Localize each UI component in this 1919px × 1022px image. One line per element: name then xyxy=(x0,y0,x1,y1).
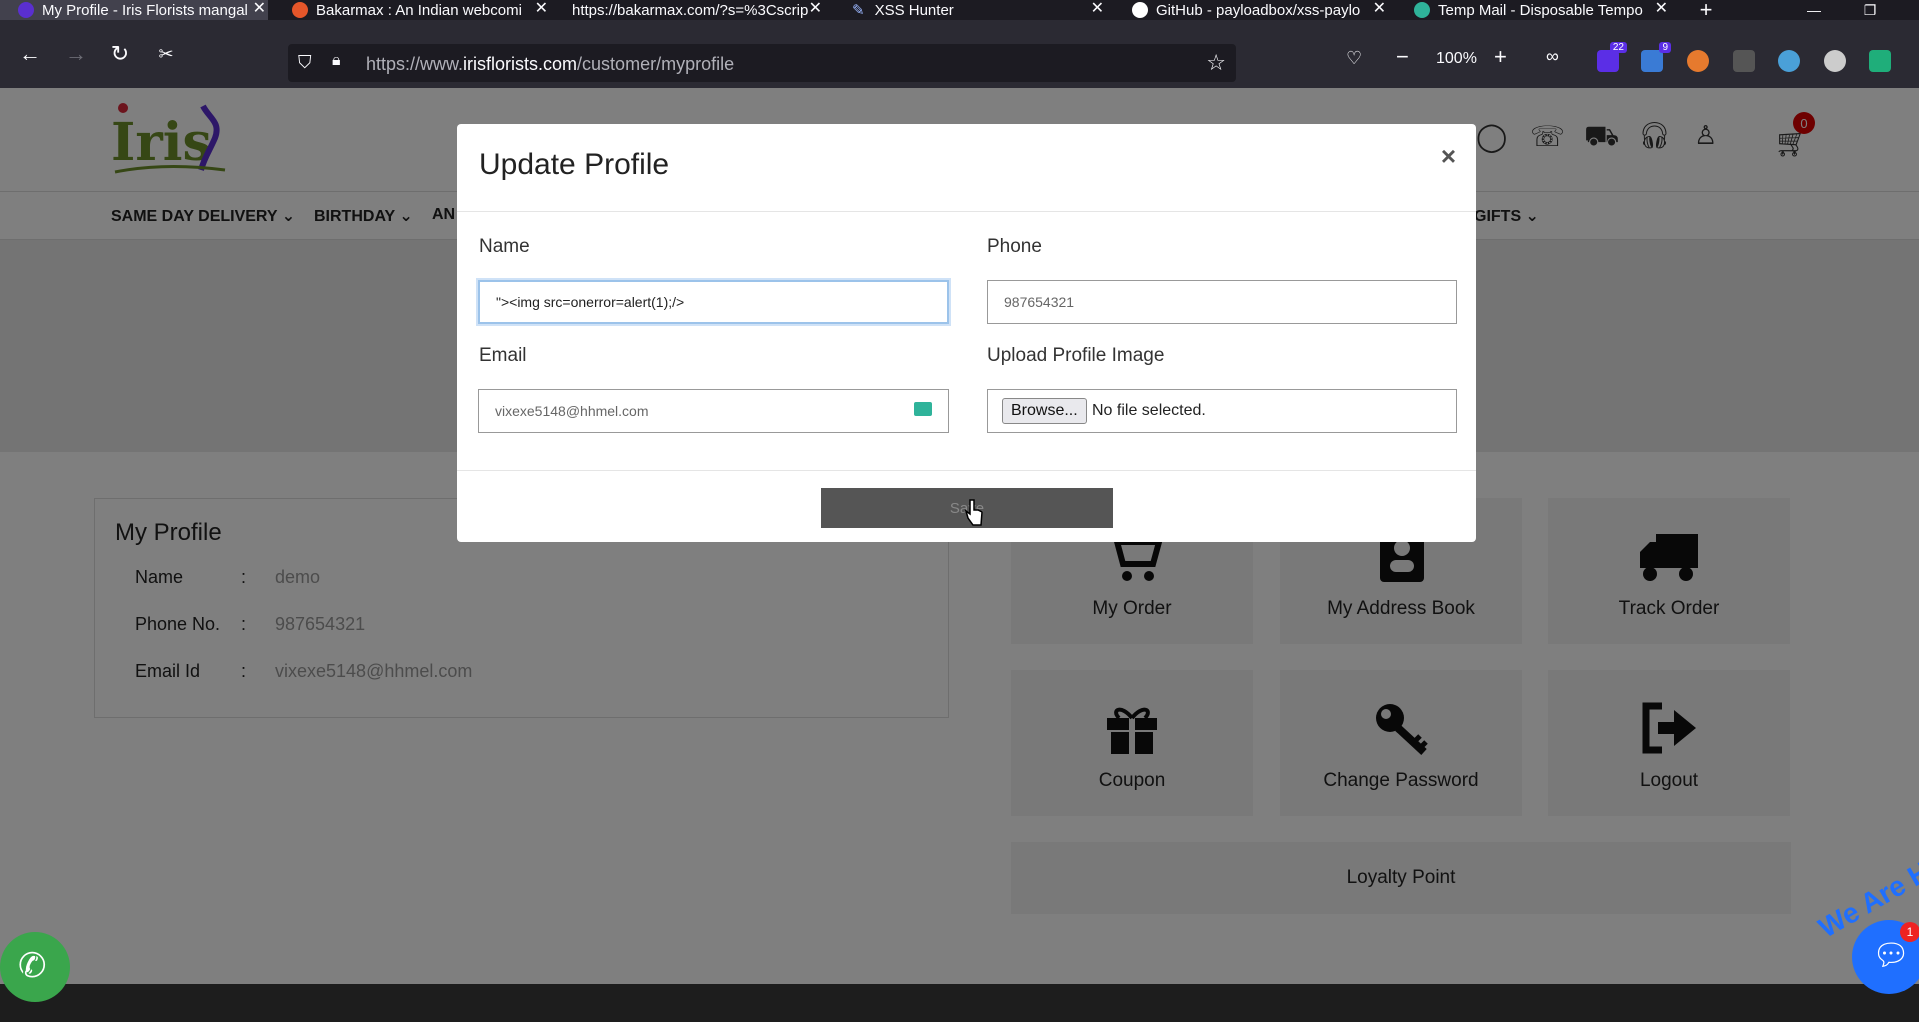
pocket-icon[interactable]: ♡ xyxy=(1346,48,1362,69)
tab-title: Bakarmax : An Indian webcomi xyxy=(316,1,522,19)
tab-title: Temp Mail - Disposable Tempo xyxy=(1438,1,1643,19)
close-tab-icon[interactable]: ✕ xyxy=(253,0,266,18)
browse-button[interactable]: Browse... xyxy=(1002,398,1087,424)
cookie-extension-icon[interactable] xyxy=(1824,50,1846,72)
modal-footer-divider xyxy=(457,470,1476,471)
email-input[interactable]: vixexe5148@hhmel.com xyxy=(478,389,949,433)
tab-bakarmax[interactable]: Bakarmax : An Indian webcomi ✕ xyxy=(288,0,550,20)
restore-icon[interactable]: ❐ xyxy=(1850,0,1890,20)
forward-arrow-icon[interactable]: → xyxy=(62,40,90,68)
back-arrow-icon[interactable]: ← xyxy=(16,40,44,68)
name-label: Name xyxy=(479,236,530,257)
extension-icon[interactable] xyxy=(1778,50,1800,72)
tab-title: https://bakarmax.com/?s=%3Cscrip xyxy=(572,1,808,19)
tab-title: My Profile - Iris Florists mangal xyxy=(42,1,248,19)
tab-github[interactable]: GitHub - payloadbox/xss-paylo ✕ xyxy=(1132,0,1388,20)
url-text: https://www.irisflorists.com/customer/my… xyxy=(366,54,735,74)
address-bar[interactable]: ⛉ 🔒︎ https://www.irisflorists.com/custom… xyxy=(288,44,1236,82)
chat-bubble-icon: 💬︎ xyxy=(1872,939,1911,972)
minimize-icon[interactable]: — xyxy=(1794,0,1834,20)
extension-icon[interactable]: 9 xyxy=(1641,42,1671,72)
phone-input[interactable]: 987654321 xyxy=(987,280,1457,324)
email-extension-icon[interactable] xyxy=(914,402,932,416)
tab-title: XSS Hunter xyxy=(874,1,954,19)
hand-cursor-icon xyxy=(964,499,983,526)
close-tab-icon[interactable]: ✕ xyxy=(535,0,548,18)
extension-icon[interactable]: 22 xyxy=(1597,42,1627,72)
private-mask-icon[interactable]: ∞ xyxy=(1546,46,1559,67)
upload-label: Upload Profile Image xyxy=(987,345,1165,366)
update-profile-modal: Update Profile × Name "><img src=onerror… xyxy=(457,124,1476,542)
bakarmax-favicon-icon xyxy=(292,2,308,18)
zoom-level[interactable]: 100% xyxy=(1436,50,1477,68)
reload-icon[interactable]: ↻ xyxy=(106,40,134,68)
tab-xss-hunter[interactable]: ✎ XSS Hunter ✕ xyxy=(852,0,1106,20)
modal-header: Update Profile × xyxy=(457,124,1476,212)
screenshot-tool-icon[interactable]: ✂ xyxy=(152,40,180,68)
tab-temp-mail[interactable]: Temp Mail - Disposable Tempo ✕ xyxy=(1414,0,1670,20)
upload-profile-image-input[interactable]: Browse... No file selected. xyxy=(987,389,1457,433)
iris-favicon-icon xyxy=(18,2,34,18)
lock-icon[interactable]: 🔒︎ xyxy=(332,52,341,70)
close-tab-icon[interactable]: ✕ xyxy=(1091,0,1104,18)
close-icon[interactable]: × xyxy=(1441,143,1456,169)
zoom-in-icon[interactable]: + xyxy=(1494,44,1507,70)
tab-bakarmax-search[interactable]: https://bakarmax.com/?s=%3Cscrip ✕ xyxy=(572,0,824,20)
name-input[interactable]: "><img src=onerror=alert(1);/> xyxy=(478,280,949,324)
email-label: Email xyxy=(479,345,527,366)
modal-title: Update Profile xyxy=(479,148,670,181)
extension-icon[interactable] xyxy=(1869,50,1891,72)
chat-notification-badge: 1 xyxy=(1900,922,1919,942)
shield-icon[interactable]: ⛉ xyxy=(298,52,312,73)
tempmail-favicon-icon xyxy=(1414,2,1430,18)
tab-title: GitHub - payloadbox/xss-paylo xyxy=(1156,1,1361,19)
zoom-out-icon[interactable]: − xyxy=(1396,44,1409,70)
bookmark-star-icon[interactable]: ☆ xyxy=(1206,50,1226,76)
pen-favicon-icon: ✎ xyxy=(852,2,865,19)
github-favicon-icon xyxy=(1132,2,1148,18)
extension-icon[interactable] xyxy=(1687,50,1709,72)
whatsapp-chat-button[interactable]: ✆ xyxy=(0,932,70,1002)
no-file-text: No file selected. xyxy=(1092,402,1206,419)
close-tab-icon[interactable]: ✕ xyxy=(1655,0,1668,18)
extension-icon[interactable] xyxy=(1733,50,1755,72)
close-tab-icon[interactable]: ✕ xyxy=(809,0,822,18)
close-tab-icon[interactable]: ✕ xyxy=(1373,0,1386,18)
tab-my-profile[interactable]: My Profile - Iris Florists mangal ✕ xyxy=(0,0,268,20)
browser-toolbar: ← → ↻ ✂ ⛉ 🔒︎ https://www.irisflorists.co… xyxy=(0,20,1919,88)
email-value: vixexe5148@hhmel.com xyxy=(495,403,649,419)
browser-tab-bar: My Profile - Iris Florists mangal ✕ Baka… xyxy=(0,0,1919,22)
phone-label: Phone xyxy=(987,236,1042,257)
whatsapp-icon: ✆ xyxy=(18,947,47,985)
new-tab-icon[interactable]: + xyxy=(1686,0,1726,22)
